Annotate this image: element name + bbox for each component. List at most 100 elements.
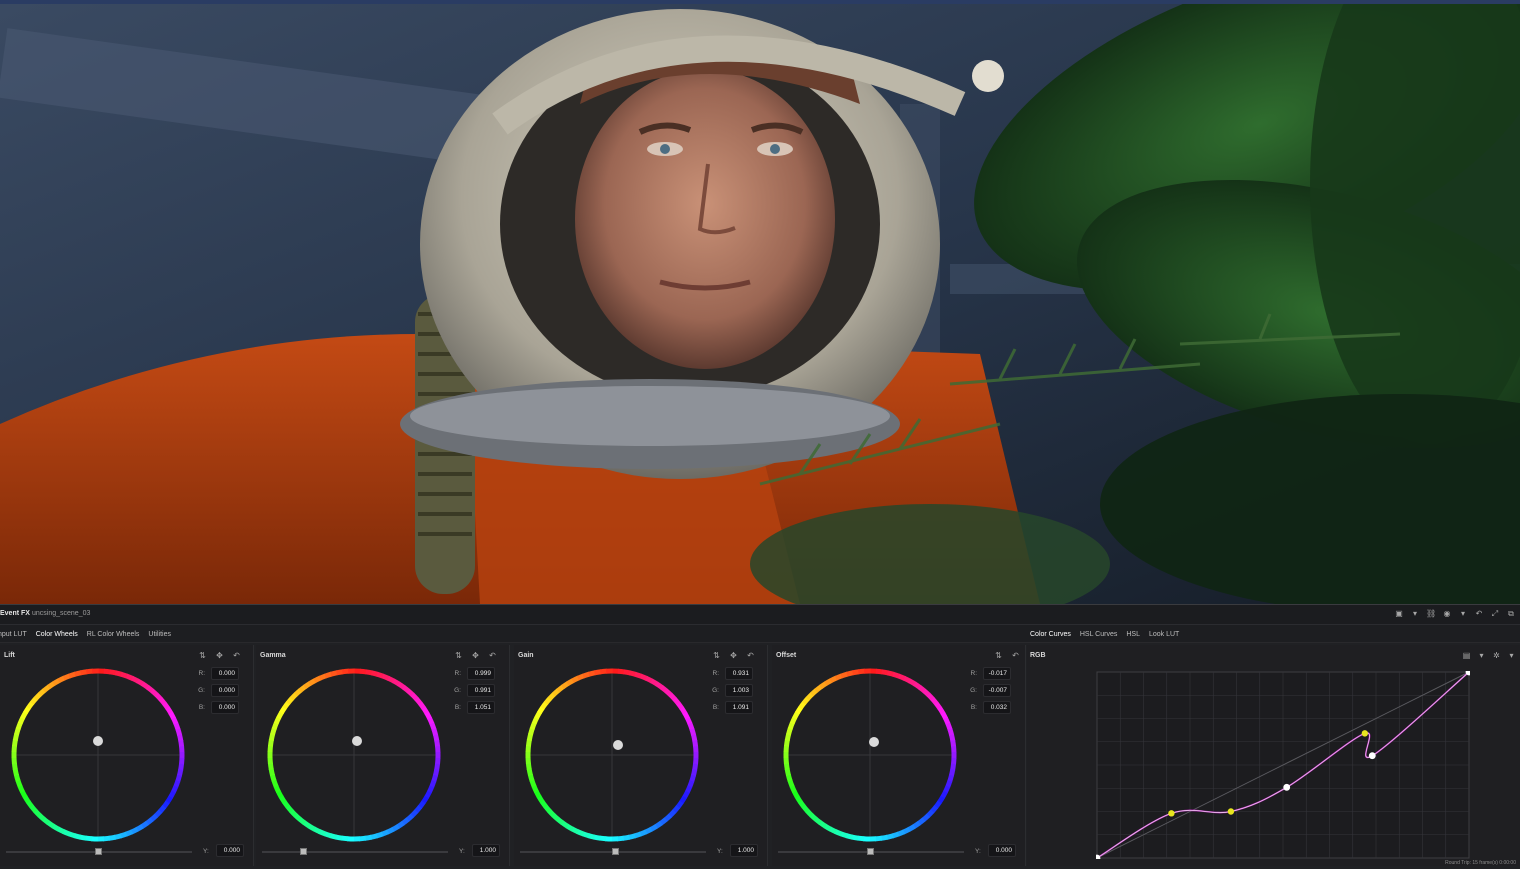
color-grading-app: Event FX uncsing_scene_03 ▣ ▾ ⛓ ◉ ▾ ↶ ⤢ … (0, 0, 1520, 869)
b-label: B: (198, 704, 205, 711)
adjust-icon[interactable]: ⇅ (712, 651, 721, 660)
wheel-pane-gain: Gain ⇅ ✥ ↶ R: 0.931 G: 1.003 B: 1.091 Y: (514, 645, 768, 866)
tab-color-wheels[interactable]: Color Wheels (36, 629, 78, 640)
color-picker-icon[interactable]: ◉ (1442, 609, 1452, 619)
b-value-field[interactable]: 0.000 (211, 701, 239, 714)
y-value-field[interactable]: 0.000 (988, 844, 1016, 857)
wheel-title: Gamma (260, 652, 286, 659)
y-label: Y: (717, 848, 723, 855)
color-wheel-graphic[interactable] (517, 661, 707, 851)
tab-hsl-curves[interactable]: HSL Curves (1080, 629, 1117, 640)
g-value-field[interactable]: 0.000 (211, 684, 239, 697)
y-value-field[interactable]: 1.000 (730, 844, 758, 857)
r-value-field[interactable]: 0.999 (467, 667, 495, 680)
b-value-field[interactable]: 1.091 (725, 701, 753, 714)
r-value-row: R: -0.017 (969, 667, 1011, 680)
chevron-down-icon[interactable]: ▾ (1458, 609, 1468, 619)
curve-tabs: Color Curves HSL Curves HSL Look LUT (1030, 625, 1179, 643)
y-value-field[interactable]: 1.000 (472, 844, 500, 857)
wheel-title: Lift (4, 652, 15, 659)
wheel-center-puck (93, 736, 103, 746)
tab-color-curves[interactable]: Color Curves (1030, 629, 1071, 640)
r-value-field[interactable]: 0.000 (211, 667, 239, 680)
popout-icon[interactable]: ⧉ (1506, 609, 1516, 619)
b-label: B: (712, 704, 719, 711)
reset-icon[interactable]: ↶ (232, 651, 241, 660)
wheel-toolbar: ⇅ ✥ ↶ (712, 651, 755, 660)
adjust-icon[interactable]: ⇅ (994, 651, 1003, 660)
chevron-down-icon[interactable]: ▾ (1507, 651, 1516, 660)
y-label: Y: (975, 848, 981, 855)
color-wheel-graphic[interactable] (775, 661, 965, 851)
render-time-note: Round Trip: 15 frame(s) 0:00:00 (1445, 860, 1516, 866)
tab-look-lut[interactable]: Look LUT (1149, 629, 1179, 640)
wheel-tabs: Input LUT Color Wheels RL Color Wheels U… (0, 625, 171, 643)
tab-rl-color-wheels[interactable]: RL Color Wheels (87, 629, 140, 640)
picker-icon[interactable]: ✥ (729, 651, 738, 660)
master-slider[interactable] (520, 848, 706, 855)
b-value-field[interactable]: 0.032 (983, 701, 1011, 714)
color-wheel-graphic[interactable] (3, 661, 193, 851)
picker-icon[interactable]: ✥ (471, 651, 480, 660)
curve-control-point (1361, 730, 1369, 737)
master-slider-knob[interactable] (300, 848, 307, 855)
master-slider-knob[interactable] (867, 848, 874, 855)
expand-icon[interactable]: ⤢ (1490, 609, 1500, 619)
reset-icon[interactable]: ↶ (1011, 651, 1020, 660)
b-value-field[interactable]: 1.051 (467, 701, 495, 714)
r-value-field[interactable]: 0.931 (725, 667, 753, 680)
master-slider[interactable] (778, 848, 964, 855)
picker-icon[interactable]: ✥ (215, 651, 224, 660)
r-label: R: (198, 670, 206, 677)
g-value-field[interactable]: 0.991 (467, 684, 495, 697)
adjust-icon[interactable]: ⇅ (454, 651, 463, 660)
b-label: B: (454, 704, 461, 711)
y-value-field[interactable]: 0.000 (216, 844, 244, 857)
reset-icon[interactable]: ↶ (746, 651, 755, 660)
master-slider-knob[interactable] (95, 848, 102, 855)
b-value-row: B: 1.051 (453, 701, 495, 714)
reset-icon[interactable]: ↶ (488, 651, 497, 660)
master-slider[interactable] (262, 848, 448, 855)
settings-icon[interactable]: ✲ (1492, 651, 1501, 660)
wheel-title: Offset (776, 652, 797, 659)
g-label: G: (712, 687, 719, 694)
curves-pane: RGB ▤ ▾ ✲ ▾ Round Trip: 15 frame(s) 0:00… (1027, 645, 1520, 866)
y-label: Y: (203, 848, 209, 855)
display-mode-icon[interactable]: ▣ (1394, 609, 1404, 619)
curves-channel-label: RGB (1030, 652, 1046, 659)
r-label: R: (454, 670, 462, 677)
panel-title: Event FX (0, 610, 30, 617)
tab-utilities[interactable]: Utilities (148, 629, 171, 640)
curve-master-point (1283, 783, 1291, 791)
curve-graph[interactable] (1096, 671, 1470, 859)
color-wheel-graphic[interactable] (259, 661, 449, 851)
chevron-down-icon[interactable]: ▾ (1477, 651, 1486, 660)
tab-hsl[interactable]: HSL (1126, 629, 1140, 640)
g-value-field[interactable]: -0.007 (983, 684, 1011, 697)
tab-input-lut[interactable]: Input LUT (0, 629, 27, 640)
r-label: R: (970, 670, 978, 677)
wheel-toolbar: ⇅ ↶ (994, 651, 1020, 660)
b-value-row: B: 0.032 (969, 701, 1011, 714)
link-icon[interactable]: ⛓ (1426, 609, 1436, 619)
b-value-row: B: 0.000 (197, 701, 239, 714)
r-value-row: R: 0.000 (197, 667, 239, 680)
wheel-center-puck (613, 740, 623, 750)
video-viewer[interactable] (0, 0, 1520, 604)
wheel-pane-offset: Offset ⇅ ↶ R: -0.017 G: -0.007 B: 0.032 (772, 645, 1026, 866)
master-slider[interactable] (6, 848, 192, 855)
curve-display-icon[interactable]: ▤ (1462, 651, 1471, 660)
curve-control-point (1227, 808, 1235, 815)
curve-control-point (1168, 810, 1175, 817)
grading-panel: Event FX uncsing_scene_03 ▣ ▾ ⛓ ◉ ▾ ↶ ⤢ … (0, 604, 1520, 869)
adjust-icon[interactable]: ⇅ (198, 651, 207, 660)
chevron-down-icon[interactable]: ▾ (1410, 609, 1420, 619)
master-slider-knob[interactable] (612, 848, 619, 855)
g-value-row: G: 0.991 (453, 684, 495, 697)
undo-icon[interactable]: ↶ (1474, 609, 1484, 619)
r-value-row: R: 0.931 (711, 667, 753, 680)
viewer-frame-image (0, 4, 1520, 604)
g-value-field[interactable]: 1.003 (725, 684, 753, 697)
r-value-field[interactable]: -0.017 (983, 667, 1011, 680)
